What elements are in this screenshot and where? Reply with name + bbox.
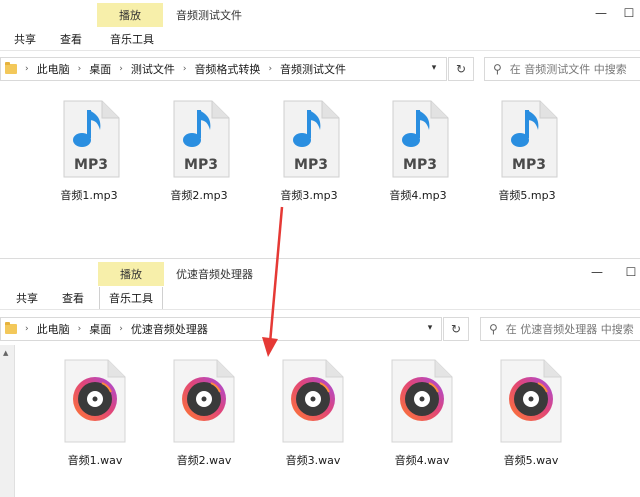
file-item-wav[interactable]: 音频2.wav <box>159 359 249 468</box>
chevron-right-icon[interactable]: › <box>25 64 29 74</box>
mp3-file-icon: MP3 <box>173 100 230 178</box>
chevron-right-icon[interactable]: › <box>183 64 187 74</box>
file-item-mp3[interactable]: MP3 音频2.mp3 <box>154 100 244 203</box>
file-item-mp3[interactable]: MP3 音频4.mp3 <box>373 100 463 203</box>
chevron-right-icon[interactable]: › <box>268 64 272 74</box>
mp3-badge: MP3 <box>512 157 546 173</box>
file-name: 音频2.mp3 <box>170 189 228 202</box>
tab-view[interactable]: 查看 <box>60 31 82 47</box>
tab-music-tools[interactable]: 音乐工具 <box>99 287 163 309</box>
mp3-badge: MP3 <box>184 157 218 173</box>
folder-icon <box>5 62 17 74</box>
address-row: › 此电脑 › 桌面 › 测试文件 › 音频格式转换 › 音频测试文件 ▾ ↻ … <box>0 53 640 83</box>
bottom-explorer-window: 播放 优速音频处理器 — ☐ 共享 查看 音乐工具 › 此电脑 › 桌面 › 优… <box>0 258 640 497</box>
chevron-right-icon[interactable]: › <box>78 324 82 334</box>
address-dropdown-icon[interactable]: ▾ <box>420 317 440 339</box>
file-item-mp3[interactable]: MP3 音频5.mp3 <box>482 100 572 203</box>
mp3-file-icon: MP3 <box>392 100 449 178</box>
chevron-right-icon[interactable]: › <box>25 324 29 334</box>
address-bar[interactable]: › 此电脑 › 桌面 › 测试文件 › 音频格式转换 › 音频测试文件 <box>0 57 447 81</box>
context-tab-play[interactable]: 播放 <box>98 262 164 286</box>
ribbon-tabs: 共享 查看 音乐工具 <box>0 28 640 51</box>
folder-icon <box>5 322 17 334</box>
mp3-badge: MP3 <box>74 157 108 173</box>
file-name: 音频2.wav <box>176 454 232 467</box>
mp3-badge: MP3 <box>294 157 328 173</box>
tab-share[interactable]: 共享 <box>16 290 38 306</box>
vinyl-disc-file-icon <box>282 359 344 443</box>
file-name: 音频1.mp3 <box>60 189 118 202</box>
search-placeholder: 在 优速音频处理器 中搜索 <box>505 323 634 336</box>
tab-music-tools[interactable]: 音乐工具 <box>110 31 154 47</box>
tab-share[interactable]: 共享 <box>14 31 36 47</box>
vinyl-disc-file-icon <box>64 359 126 443</box>
title-bar: 播放 优速音频处理器 — ☐ <box>0 259 640 287</box>
breadcrumb-current-folder[interactable]: 优速音频处理器 <box>131 321 208 337</box>
file-item-wav[interactable]: 音频5.wav <box>486 359 576 468</box>
breadcrumb-current-folder[interactable]: 音频测试文件 <box>280 61 346 77</box>
search-placeholder: 在 音频测试文件 中搜索 <box>509 63 627 76</box>
refresh-icon[interactable]: ↻ <box>448 57 474 81</box>
mp3-file-icon: MP3 <box>283 100 340 178</box>
search-icon: ⚲ <box>489 322 498 336</box>
maximize-icon[interactable]: ☐ <box>624 265 638 279</box>
search-box[interactable]: ⚲ 在 优速音频处理器 中搜索 <box>480 317 640 341</box>
mp3-file-icon: MP3 <box>63 100 120 178</box>
breadcrumb-this-pc[interactable]: 此电脑 <box>37 61 70 77</box>
chevron-right-icon[interactable]: › <box>119 64 123 74</box>
breadcrumb-desktop[interactable]: 桌面 <box>89 61 111 77</box>
minimize-icon[interactable]: — <box>590 265 604 279</box>
breadcrumb-format-convert[interactable]: 音频格式转换 <box>194 61 260 77</box>
refresh-icon[interactable]: ↻ <box>443 317 469 341</box>
navigation-pane-collapsed[interactable]: ▲ <box>0 345 15 497</box>
vinyl-disc-file-icon <box>173 359 235 443</box>
conversion-arrow <box>262 206 284 357</box>
window-title: 优速音频处理器 <box>176 268 253 281</box>
window-title: 音频测试文件 <box>176 9 242 22</box>
breadcrumb-this-pc[interactable]: 此电脑 <box>37 321 70 337</box>
vinyl-disc-file-icon <box>391 359 453 443</box>
chevron-right-icon[interactable]: › <box>78 64 82 74</box>
tab-view[interactable]: 查看 <box>62 290 84 306</box>
top-explorer-window: 播放 音频测试文件 — ☐ 共享 查看 音乐工具 › 此电脑 › 桌面 › 测试… <box>0 0 640 236</box>
address-row: › 此电脑 › 桌面 › 优速音频处理器 ▾ ↻ ⚲ 在 优速音频处理器 中搜索 <box>0 313 640 343</box>
breadcrumb-desktop[interactable]: 桌面 <box>89 321 111 337</box>
address-dropdown-icon[interactable]: ▾ <box>424 57 444 79</box>
file-item-mp3[interactable]: MP3 音频3.mp3 <box>264 100 354 203</box>
file-name: 音频4.wav <box>394 454 450 467</box>
scroll-up-icon[interactable]: ▲ <box>3 349 8 357</box>
mp3-file-icon: MP3 <box>501 100 558 178</box>
file-name: 音频1.wav <box>67 454 123 467</box>
vinyl-disc-file-icon <box>500 359 562 443</box>
file-name: 音频5.wav <box>503 454 559 467</box>
breadcrumb-test-files[interactable]: 测试文件 <box>131 61 175 77</box>
ribbon-tabs: 共享 查看 音乐工具 <box>0 287 640 310</box>
file-item-mp3[interactable]: MP3 音频1.mp3 <box>44 100 134 203</box>
file-item-wav[interactable]: 音频1.wav <box>50 359 140 468</box>
maximize-icon[interactable]: ☐ <box>622 6 636 20</box>
chevron-right-icon[interactable]: › <box>119 324 123 334</box>
context-tab-play[interactable]: 播放 <box>97 3 163 27</box>
mp3-badge: MP3 <box>403 157 437 173</box>
file-name: 音频3.mp3 <box>280 189 338 202</box>
address-bar[interactable]: › 此电脑 › 桌面 › 优速音频处理器 <box>0 317 442 341</box>
search-box[interactable]: ⚲ 在 音频测试文件 中搜索 <box>484 57 640 81</box>
search-icon: ⚲ <box>493 62 502 76</box>
file-name: 音频4.mp3 <box>389 189 447 202</box>
file-name: 音频5.mp3 <box>498 189 556 202</box>
file-item-wav[interactable]: 音频4.wav <box>377 359 467 468</box>
file-name: 音频3.wav <box>285 454 341 467</box>
title-bar: 播放 音频测试文件 — ☐ <box>0 0 640 28</box>
file-item-wav[interactable]: 音频3.wav <box>268 359 358 468</box>
minimize-icon[interactable]: — <box>594 6 608 20</box>
